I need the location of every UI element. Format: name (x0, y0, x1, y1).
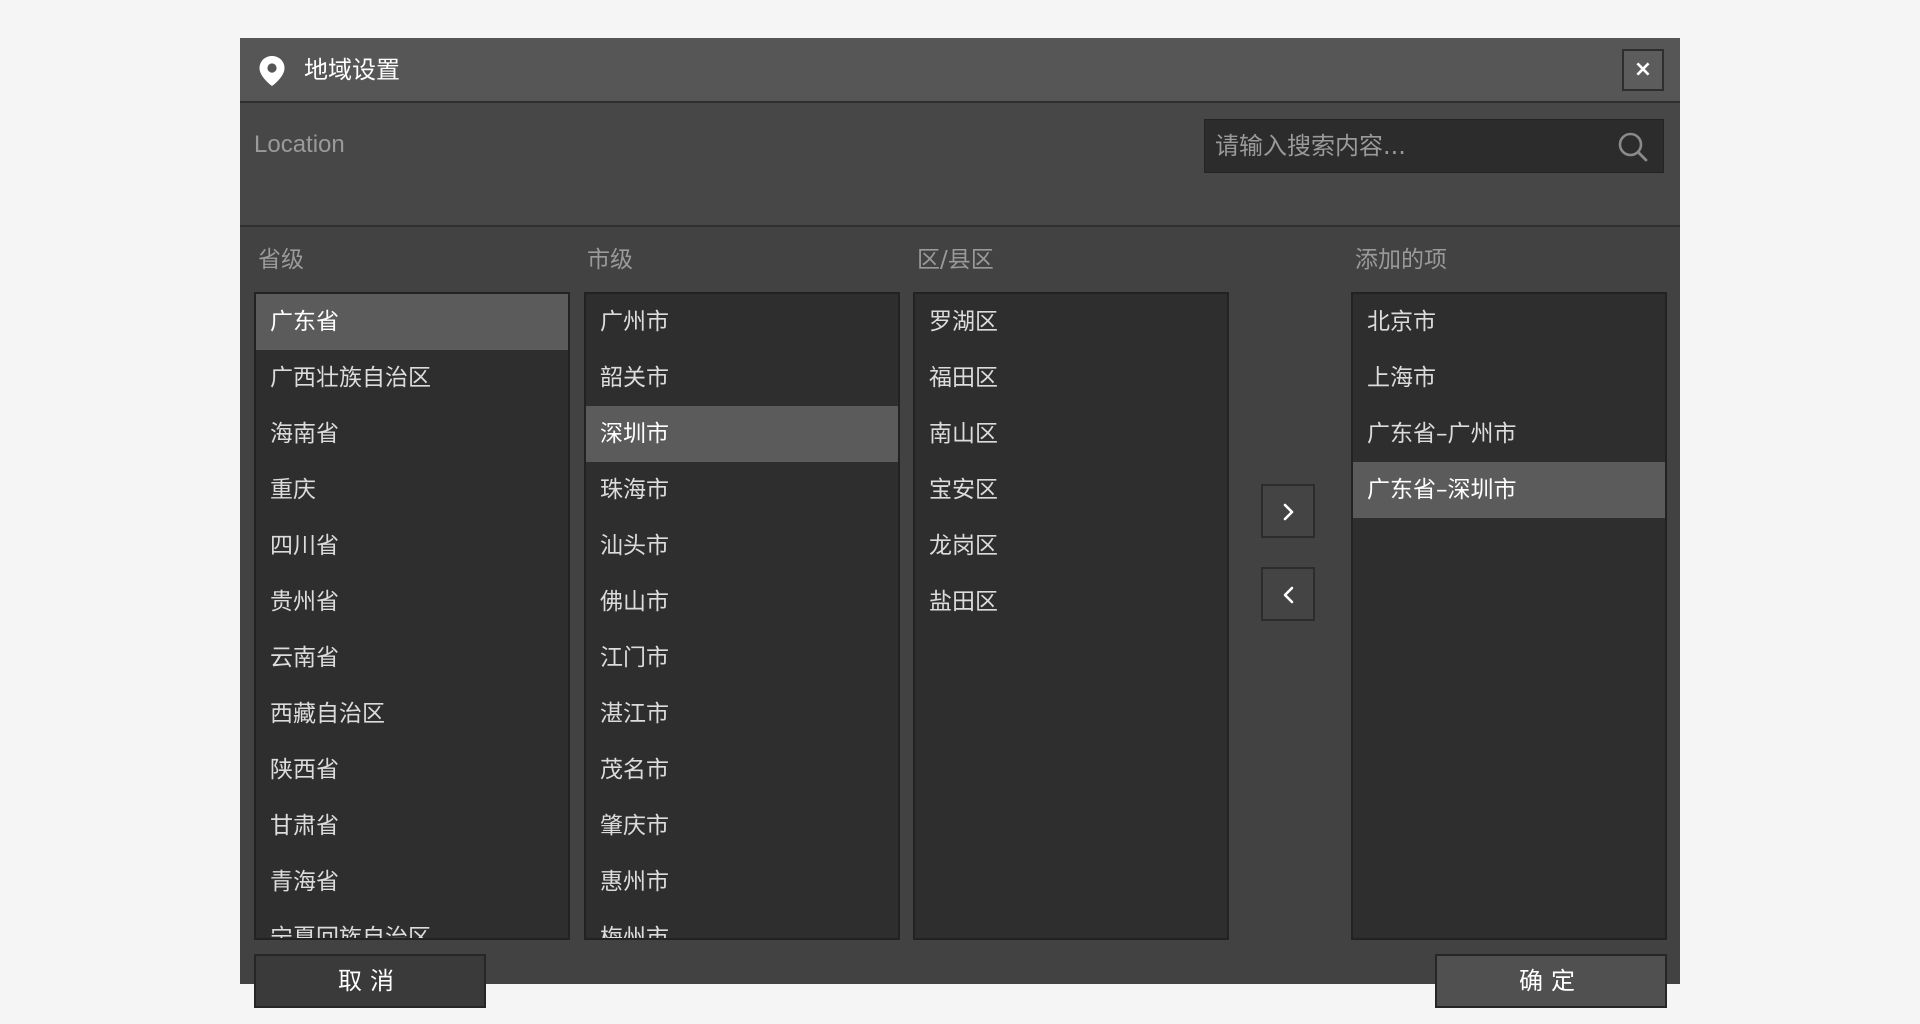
added-item[interactable]: 上海市 (1353, 350, 1665, 406)
search-input[interactable] (1205, 120, 1605, 172)
district-item[interactable]: 南山区 (915, 406, 1227, 462)
city-item[interactable]: 广州市 (586, 294, 898, 350)
search-box[interactable] (1204, 119, 1664, 173)
district-item[interactable]: 盐田区 (915, 574, 1227, 630)
district-column-header: 区/县区 (917, 247, 994, 273)
province-item[interactable]: 陕西省 (256, 742, 568, 798)
province-item[interactable]: 宁夏回族自治区 (256, 910, 568, 938)
city-item[interactable]: 汕头市 (586, 518, 898, 574)
province-item[interactable]: 广西壮族自治区 (256, 350, 568, 406)
location-settings-dialog: 地域设置 × Location 省级 市级 区/县区 添加的项 广东省广西壮族自… (240, 38, 1680, 1008)
province-item[interactable]: 海南省 (256, 406, 568, 462)
title-bar: 地域设置 × (240, 38, 1680, 103)
city-item[interactable]: 茂名市 (586, 742, 898, 798)
district-item[interactable]: 龙岗区 (915, 518, 1227, 574)
cancel-button[interactable]: 取消 (254, 954, 486, 1008)
added-item[interactable]: 北京市 (1353, 294, 1665, 350)
province-item[interactable]: 西藏自治区 (256, 686, 568, 742)
city-item[interactable]: 珠海市 (586, 462, 898, 518)
location-pin-icon (258, 55, 286, 87)
district-item[interactable]: 罗湖区 (915, 294, 1227, 350)
added-item[interactable]: 广东省–广州市 (1353, 406, 1665, 462)
city-item[interactable]: 梅州市 (586, 910, 898, 938)
district-item[interactable]: 福田区 (915, 350, 1227, 406)
province-list[interactable]: 广东省 广西壮族自治区 海南省 重庆 四川省 贵州省 云南省 西藏自治区 陕西省 甘肃省 青海省 宁夏… (254, 292, 570, 940)
dialog-title: 地域设置 (304, 56, 400, 84)
city-list[interactable]: 广州市 韶关市 深圳市 珠海市 汕头市 佛山市 江门市 湛江市 茂名市 肇庆市 惠州市 梅州市 (584, 292, 900, 940)
chevron-right-icon (1283, 503, 1294, 521)
city-column-header: 市级 (587, 247, 633, 273)
city-item[interactable]: 深圳市 (586, 406, 898, 462)
location-label: Location (254, 131, 345, 158)
province-item[interactable]: 广东省 (256, 294, 568, 350)
province-item[interactable]: 青海省 (256, 854, 568, 910)
added-list[interactable]: 北京市 上海市 广东省–广州市 广东省–深圳市 (1351, 292, 1667, 940)
province-item[interactable]: 贵州省 (256, 574, 568, 630)
province-item[interactable]: 重庆 (256, 462, 568, 518)
province-column-header: 省级 (258, 247, 304, 273)
chevron-left-icon (1283, 586, 1294, 604)
close-button[interactable]: × (1622, 49, 1664, 91)
province-item[interactable]: 四川省 (256, 518, 568, 574)
city-item[interactable]: 惠州市 (586, 854, 898, 910)
city-item[interactable]: 韶关市 (586, 350, 898, 406)
city-item[interactable]: 江门市 (586, 630, 898, 686)
province-item[interactable]: 云南省 (256, 630, 568, 686)
province-item[interactable]: 甘肃省 (256, 798, 568, 854)
add-to-selection-button[interactable] (1261, 484, 1315, 538)
confirm-button[interactable]: 确定 (1435, 954, 1667, 1008)
district-list[interactable]: 罗湖区 福田区 南山区 宝安区 龙岗区 盐田区 (913, 292, 1229, 940)
district-item[interactable]: 宝安区 (915, 462, 1227, 518)
city-item[interactable]: 肇庆市 (586, 798, 898, 854)
added-column-header: 添加的项 (1355, 247, 1447, 273)
city-item[interactable]: 湛江市 (586, 686, 898, 742)
city-item[interactable]: 佛山市 (586, 574, 898, 630)
added-item[interactable]: 广东省–深圳市 (1353, 462, 1665, 518)
remove-from-selection-button[interactable] (1261, 567, 1315, 621)
search-icon[interactable] (1617, 131, 1649, 163)
